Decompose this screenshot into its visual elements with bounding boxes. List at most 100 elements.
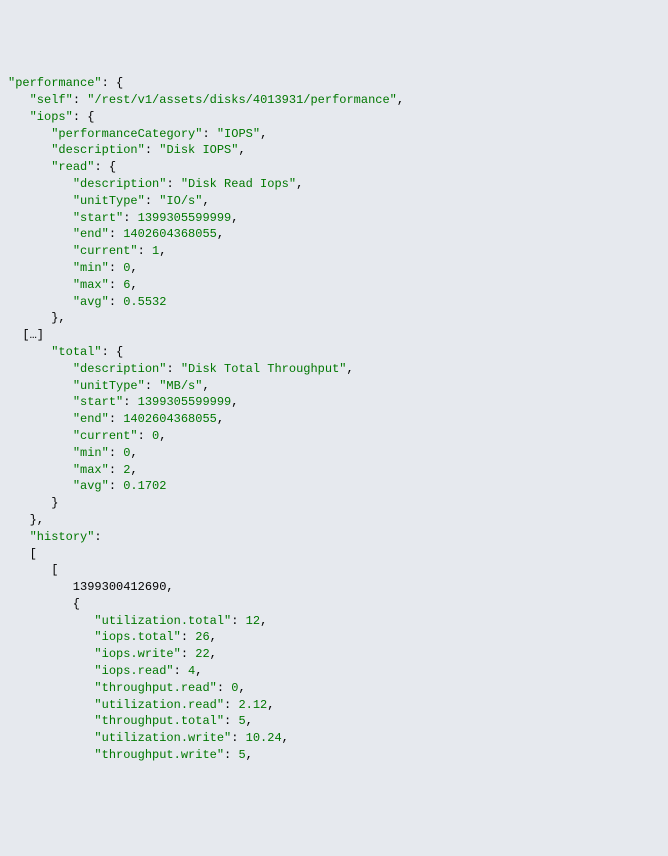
json-value: 22 [195,647,209,661]
json-value: 2.12 [238,698,267,712]
code-line: "current": 1, [8,244,166,258]
code-line: "min": 0, [8,261,138,275]
json-value: 26 [195,630,209,644]
json-key: "iops.read" [94,664,173,678]
json-key: "max" [73,278,109,292]
code-line: "end": 1402604368055, [8,227,224,241]
json-key: "history" [30,530,95,544]
json-key: "start" [73,211,123,225]
json-value: 6 [123,278,130,292]
json-key: "total" [51,345,101,359]
code-line: "history": [8,530,102,544]
json-key: "utilization.write" [94,731,231,745]
code-line: […] [8,328,44,342]
code-line: "total": { [8,345,123,359]
json-key: "utilization.total" [94,614,231,628]
code-line: "start": 1399305599999, [8,395,238,409]
code-line: "utilization.total": 12, [8,614,267,628]
code-line: "min": 0, [8,446,138,460]
code-line: "description": "Disk Read Iops", [8,177,303,191]
code-line: [ [8,563,58,577]
json-key: "iops" [30,110,73,124]
json-value: 0 [231,681,238,695]
code-line: "avg": 0.5532 [8,295,166,309]
json-code-display: "performance": { "self": "/rest/v1/asset… [8,75,660,764]
code-line: "throughput.write": 5, [8,748,253,762]
json-key: "iops.total" [94,630,180,644]
code-line: "iops": { [8,110,94,124]
json-value: 1399305599999 [138,395,232,409]
code-line: "throughput.read": 0, [8,681,246,695]
code-line: "iops.total": 26, [8,630,217,644]
code-line: "performance": { [8,76,123,90]
json-value: 12 [246,614,260,628]
code-line: }, [8,513,44,527]
json-key: "unitType" [73,379,145,393]
code-line: "iops.read": 4, [8,664,202,678]
json-key: "start" [73,395,123,409]
code-line: "read": { [8,160,116,174]
json-value: "MB/s" [159,379,202,393]
json-value: 0 [152,429,159,443]
json-key: "description" [73,177,167,191]
json-key: "current" [73,244,138,258]
json-value: "/rest/v1/assets/disks/4013931/performan… [87,93,397,107]
code-line: "avg": 0.1702 [8,479,166,493]
json-key: "description" [73,362,167,376]
json-key: "utilization.read" [94,698,224,712]
json-value: 2 [123,463,130,477]
json-value: 10.24 [246,731,282,745]
json-key: "end" [73,227,109,241]
json-key: "self" [30,93,73,107]
json-value: "Disk IOPS" [159,143,238,157]
code-line: { [8,597,80,611]
json-value: 1399305599999 [138,211,232,225]
json-key: "throughput.total" [94,714,224,728]
json-value: 5 [238,748,245,762]
json-value: 1402604368055 [123,227,217,241]
json-value: "Disk Read Iops" [181,177,296,191]
code-line: }, [8,311,66,325]
code-line: "unitType": "MB/s", [8,379,210,393]
json-key: "unitType" [73,194,145,208]
code-line: "end": 1402604368055, [8,412,224,426]
json-key: "iops.write" [94,647,180,661]
json-value: 1402604368055 [123,412,217,426]
code-line: "description": "Disk Total Throughput", [8,362,354,376]
code-line: "self": "/rest/v1/assets/disks/4013931/p… [8,93,404,107]
code-line: [ [8,547,37,561]
json-key: "min" [73,446,109,460]
json-value: 0 [123,446,130,460]
code-line: "start": 1399305599999, [8,211,238,225]
code-line: "max": 6, [8,278,138,292]
code-line: "utilization.write": 10.24, [8,731,289,745]
json-value: 1 [152,244,159,258]
code-line: "performanceCategory": "IOPS", [8,127,267,141]
code-line: "utilization.read": 2.12, [8,698,274,712]
json-key: "min" [73,261,109,275]
json-value: "IOPS" [217,127,260,141]
code-line: 1399300412690, [8,580,174,594]
json-value: 0.5532 [123,295,166,309]
json-key: "current" [73,429,138,443]
json-key: "throughput.write" [94,748,224,762]
code-line: "unitType": "IO/s", [8,194,210,208]
json-key: "throughput.read" [94,681,216,695]
code-line: } [8,496,58,510]
json-value: 0 [123,261,130,275]
json-value: "IO/s" [159,194,202,208]
json-key: "performance" [8,76,102,90]
json-value: 4 [188,664,195,678]
json-key: "read" [51,160,94,174]
code-line: "throughput.total": 5, [8,714,253,728]
json-key: "avg" [73,295,109,309]
json-value: 0.1702 [123,479,166,493]
json-value: "Disk Total Throughput" [181,362,347,376]
json-key: "end" [73,412,109,426]
json-key: "avg" [73,479,109,493]
code-line: "description": "Disk IOPS", [8,143,246,157]
json-key: "performanceCategory" [51,127,202,141]
json-key: "description" [51,143,145,157]
code-line: "iops.write": 22, [8,647,217,661]
json-key: "max" [73,463,109,477]
